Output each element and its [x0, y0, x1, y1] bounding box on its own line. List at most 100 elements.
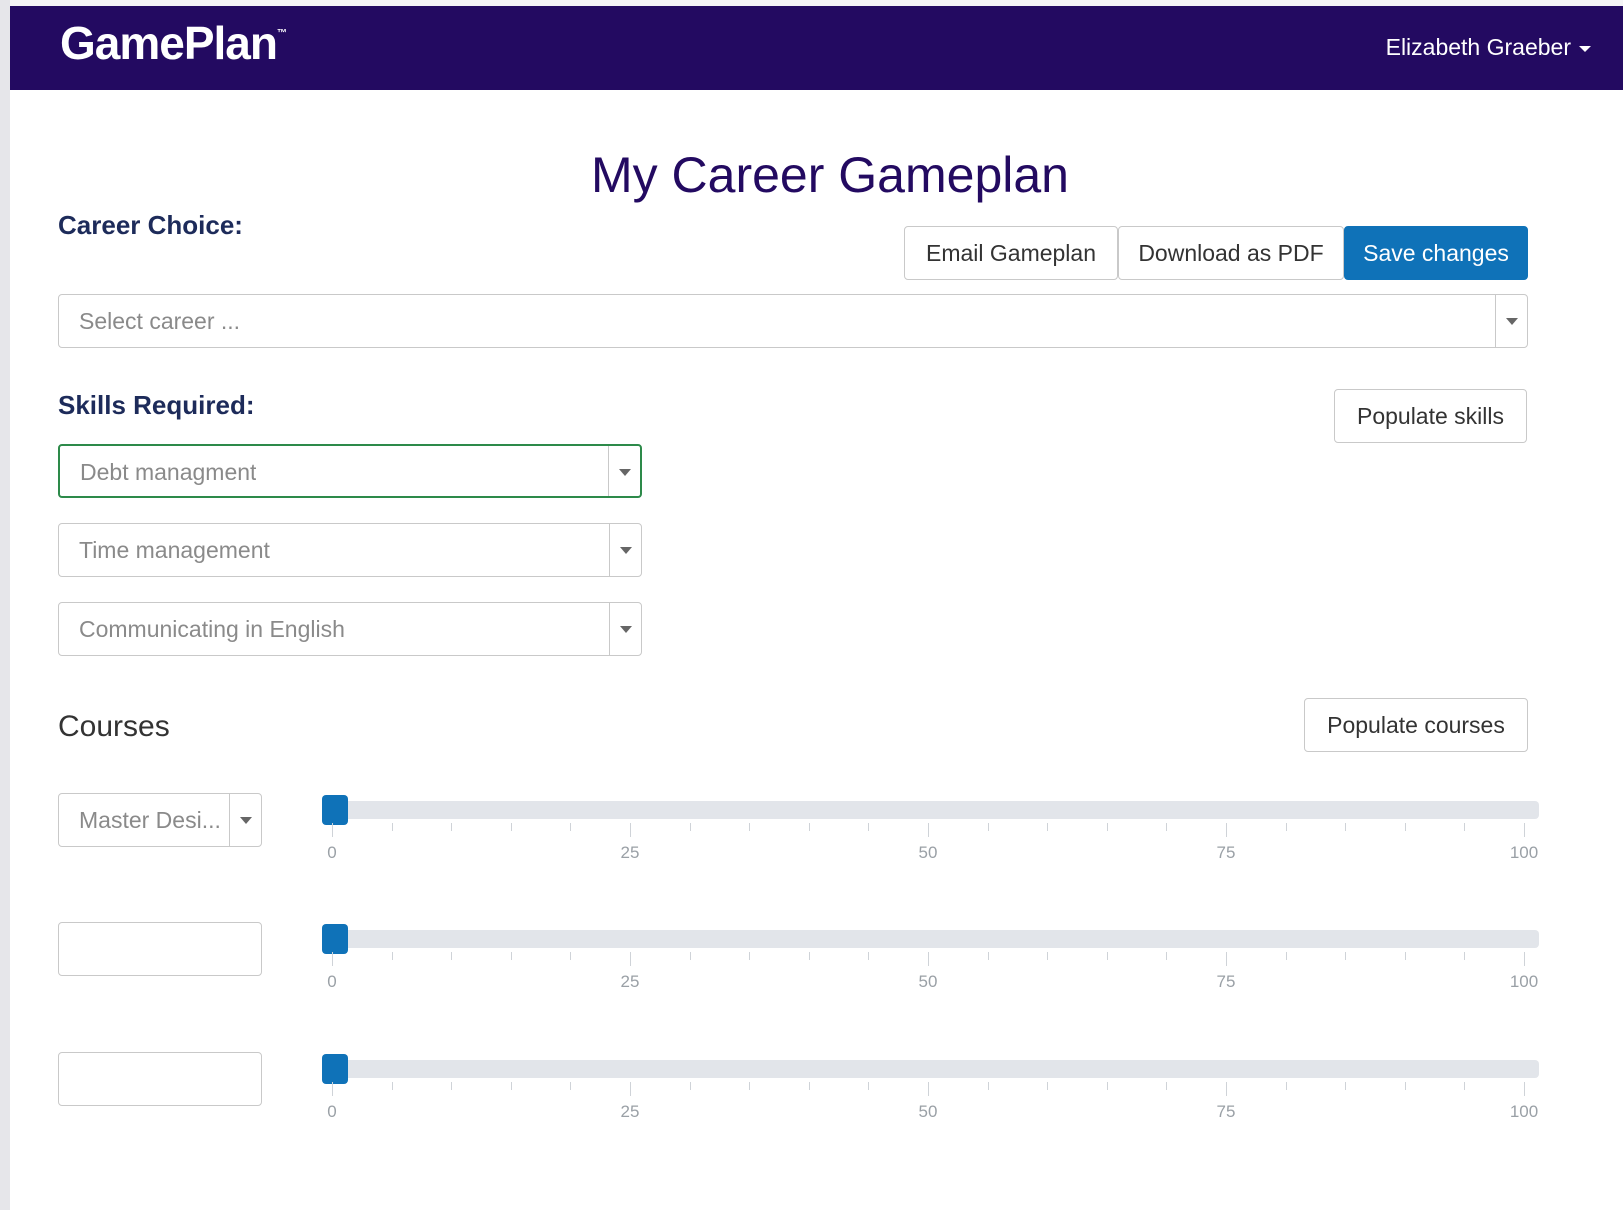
- slider-tick: [1524, 952, 1525, 966]
- slider-handle[interactable]: [322, 1054, 348, 1084]
- slider-tick-label: 100: [1509, 843, 1539, 862]
- main-content: My Career Gameplan Career Choice: Email …: [10, 90, 1623, 1210]
- slider-tick: [749, 823, 751, 831]
- skill-select-1[interactable]: Debt managment: [58, 444, 642, 498]
- course-input-2[interactable]: [58, 922, 262, 976]
- slider-tick: [808, 823, 810, 831]
- slider-tick: [1106, 952, 1108, 960]
- page-title: My Career Gameplan: [591, 147, 1069, 203]
- slider-tick: [1345, 952, 1347, 960]
- slider-tick: [1464, 1082, 1466, 1090]
- slider-tick: [689, 1082, 691, 1090]
- courses-label: Courses: [58, 710, 170, 743]
- slider-tick: [749, 1082, 751, 1090]
- skills-required-label: Skills Required:: [58, 390, 255, 420]
- slider-tick: [630, 823, 631, 837]
- slider-tick: [749, 952, 751, 960]
- download-pdf-button[interactable]: Download as PDF: [1118, 226, 1344, 280]
- slider-tick: [987, 952, 989, 960]
- slider-tick: [1166, 823, 1168, 831]
- slider-tick: [1226, 952, 1227, 966]
- course-progress-slider-2[interactable]: 0 25 50 75 100: [322, 922, 1539, 1032]
- slider-tick: [510, 1082, 512, 1090]
- skill-select-value: Communicating in English: [79, 616, 345, 642]
- populate-skills-button[interactable]: Populate skills: [1334, 389, 1527, 443]
- slider-tick-label: 0: [327, 1102, 337, 1121]
- slider-tick: [391, 823, 393, 831]
- chevron-down-icon[interactable]: [1495, 295, 1527, 347]
- slider-tick: [570, 952, 572, 960]
- skill-select-3[interactable]: Communicating in English: [58, 602, 642, 656]
- slider-tick: [1345, 1082, 1347, 1090]
- skill-select-2[interactable]: Time management: [58, 523, 642, 577]
- slider-tick: [1404, 952, 1406, 960]
- save-changes-button[interactable]: Save changes: [1344, 226, 1528, 280]
- slider-tick: [332, 823, 333, 837]
- slider-track[interactable]: [322, 801, 1539, 819]
- slider-tick-label: 0: [327, 972, 337, 991]
- chevron-down-icon[interactable]: [609, 603, 641, 655]
- slider-tick: [928, 952, 929, 966]
- slider-tick-label: 100: [1509, 972, 1539, 991]
- course-progress-slider-3[interactable]: 0 25 50 75 100: [322, 1052, 1539, 1162]
- slider-tick: [570, 1082, 572, 1090]
- slider-tick: [391, 952, 393, 960]
- slider-tick-label: 50: [918, 843, 938, 862]
- slider-track[interactable]: [322, 930, 1539, 948]
- slider-tick: [391, 1082, 393, 1090]
- slider-tick: [1464, 823, 1466, 831]
- slider-tick: [868, 1082, 870, 1090]
- course-progress-slider-1[interactable]: 0 25 50 75 100: [322, 793, 1539, 903]
- slider-tick: [1226, 1082, 1227, 1096]
- slider-tick: [1106, 1082, 1108, 1090]
- slider-tick: [451, 1082, 453, 1090]
- slider-tick-label: 25: [620, 843, 640, 862]
- slider-tick: [451, 952, 453, 960]
- slider-tick-label: 75: [1216, 843, 1236, 862]
- slider-tick: [808, 952, 810, 960]
- logo-trademark: ™: [277, 28, 287, 39]
- slider-tick: [1285, 823, 1287, 831]
- slider-tick: [1285, 1082, 1287, 1090]
- chevron-down-icon[interactable]: [229, 794, 261, 846]
- slider-tick: [1166, 1082, 1168, 1090]
- career-select[interactable]: Select career ...: [58, 294, 1528, 348]
- slider-handle[interactable]: [322, 924, 348, 954]
- course-input-3[interactable]: [58, 1052, 262, 1106]
- slider-tick: [1047, 952, 1049, 960]
- chevron-down-icon[interactable]: [608, 446, 640, 496]
- slider-tick: [928, 1082, 929, 1096]
- slider-tick: [808, 1082, 810, 1090]
- course-select-1[interactable]: Master Desi...: [58, 793, 262, 847]
- slider-tick-label: 25: [620, 1102, 640, 1121]
- slider-tick: [1047, 1082, 1049, 1090]
- career-select-placeholder: Select career ...: [79, 308, 241, 334]
- email-gameplan-button[interactable]: Email Gameplan: [904, 226, 1118, 280]
- chevron-down-icon[interactable]: [609, 524, 641, 576]
- user-menu[interactable]: Elizabeth Graeber: [1386, 34, 1591, 61]
- logo-text: GamePlan: [60, 17, 278, 69]
- slider-tick: [868, 952, 870, 960]
- slider-tick: [510, 952, 512, 960]
- career-choice-label: Career Choice:: [58, 210, 243, 240]
- slider-tick: [987, 823, 989, 831]
- slider-tick: [1404, 823, 1406, 831]
- slider-handle[interactable]: [322, 795, 348, 825]
- caret-down-icon: [1579, 45, 1591, 52]
- slider-tick: [451, 823, 453, 831]
- slider-tick-label: 75: [1216, 972, 1236, 991]
- slider-tick: [1524, 1082, 1525, 1096]
- slider-track[interactable]: [322, 1060, 1539, 1078]
- skill-select-value: Time management: [79, 537, 270, 563]
- slider-tick: [1464, 952, 1466, 960]
- slider-tick: [868, 823, 870, 831]
- slider-tick: [928, 823, 929, 837]
- slider-tick: [630, 952, 631, 966]
- slider-tick-label: 0: [327, 843, 337, 862]
- slider-tick-label: 50: [918, 1102, 938, 1121]
- slider-tick: [689, 823, 691, 831]
- slider-tick: [570, 823, 572, 831]
- populate-courses-button[interactable]: Populate courses: [1304, 698, 1528, 752]
- gameplan-logo[interactable]: GamePlan™: [60, 16, 287, 70]
- slider-tick: [630, 1082, 631, 1096]
